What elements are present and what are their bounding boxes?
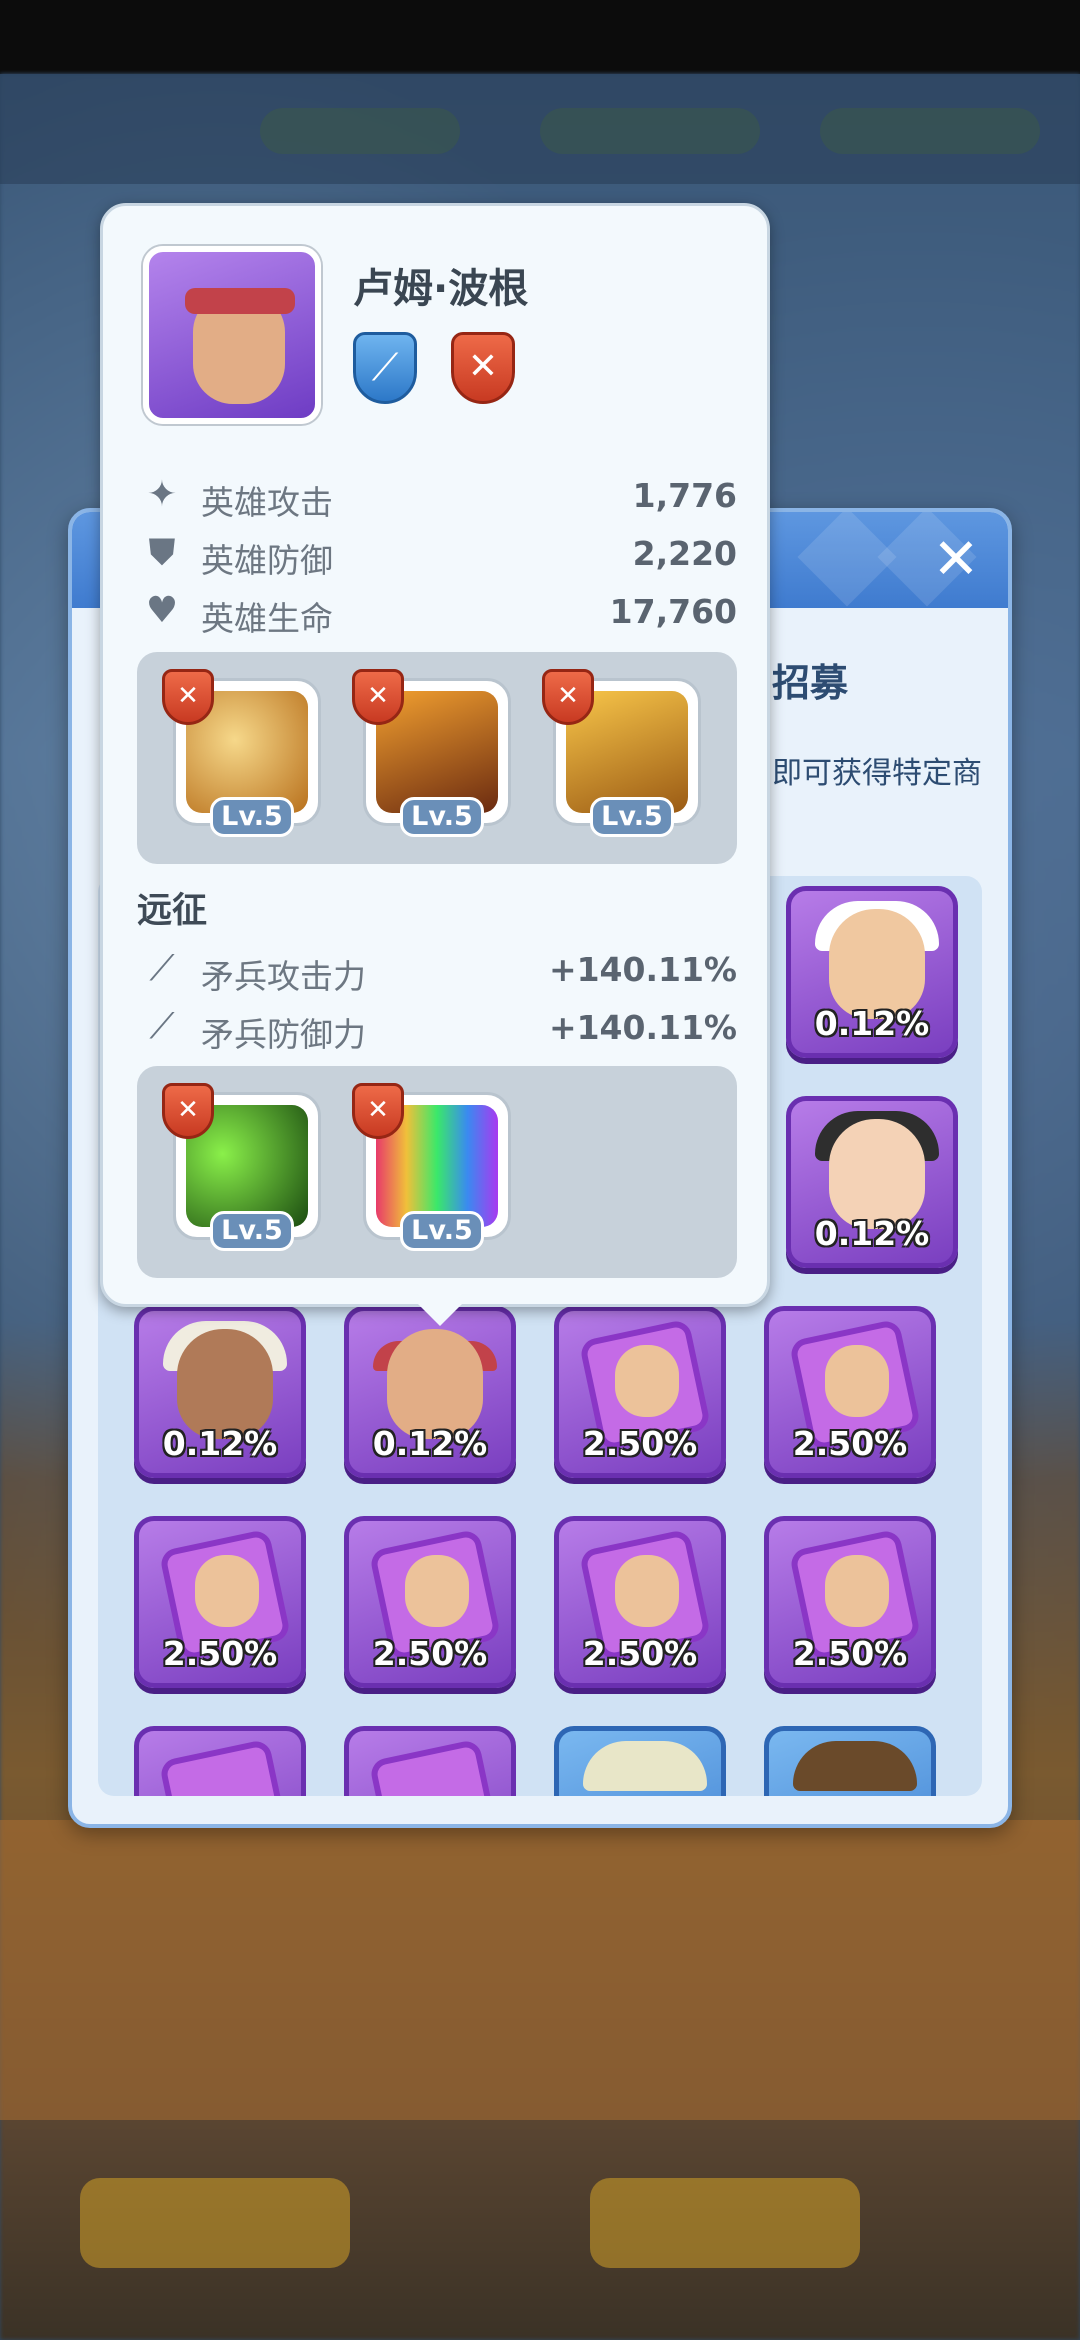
heart-icon: ♥ [145,590,179,631]
drop-rate: 0.12% [814,1214,930,1253]
background-banner [0,1820,1080,2120]
background-button [590,2178,860,2268]
crossed-swords-icon: ✕ [162,1083,214,1139]
skill-slot[interactable]: ✕ Lv.5 [352,669,511,837]
popup-pointer [418,1304,462,1326]
bonus-row: ⟋ 矛兵防御力 +140.11% [141,1002,737,1054]
shard-card[interactable]: 2.50% [344,1516,516,1688]
drop-rate: 2.50% [372,1634,488,1673]
skill-slot[interactable]: ✕ Lv.5 [352,1083,511,1251]
stat-health: ♥ 英雄生命 17,760 [141,586,737,638]
expedition-skills: ✕ Lv.5 ✕ Lv.5 [137,1066,737,1278]
close-icon[interactable]: ✕ [922,526,990,594]
sword-icon: ✦ [146,474,178,515]
shard-card[interactable]: 2.50% [764,1306,936,1478]
hero-detail-popup: 卢姆·波根 ⟋ ✕ ✦ 英雄攻击 1,776 ⛊ 英雄防御 2,220 ♥ 英雄… [100,203,770,1307]
hero-card[interactable]: 0.12% [134,1306,306,1478]
drop-rate: 0.12% [162,1424,278,1463]
panel-description: 即可获得特定商 [772,756,982,791]
skill-slot[interactable]: ✕ Lv.5 [162,1083,321,1251]
skill-slot[interactable]: ✕ Lv.5 [542,669,701,837]
drop-rate: 2.50% [582,1634,698,1673]
drop-rate: 2.50% [792,1424,908,1463]
background-button [80,2178,350,2268]
skill-slot[interactable]: ✕ Lv.5 [162,669,321,837]
hero-card[interactable]: 0.12% [786,886,958,1058]
panel-title: 招募 [772,661,849,705]
shard-card[interactable]: 2.50% [134,1516,306,1688]
shard-card[interactable]: 2.50% [764,1516,936,1688]
hero-skills: ✕ Lv.5 ✕ Lv.5 ✕ Lv.5 [137,652,737,864]
background-resource-pill [540,108,760,154]
crossed-swords-icon: ✕ [451,332,515,404]
hero-card[interactable]: 0.12% [344,1306,516,1478]
spear-icon: ⟋ [149,1006,175,1047]
spear-icon: ⟋ [353,332,417,404]
spear-icon: ⟋ [149,948,175,989]
stat-defense: ⛊ 英雄防御 2,220 [141,528,737,580]
drop-rate: 0.12% [814,1004,930,1043]
stat-attack: ✦ 英雄攻击 1,776 [141,470,737,522]
drop-rate: 2.50% [162,1634,278,1673]
shard-card[interactable]: 2.50% [554,1516,726,1688]
background-resource-pill [820,108,1040,154]
status-bar [0,0,1080,74]
drop-rate: 0.12% [372,1424,488,1463]
hero-card[interactable] [764,1726,936,1796]
bonus-row: ⟋ 矛兵攻击力 +140.11% [141,944,737,996]
hero-card[interactable] [554,1726,726,1796]
hero-name: 卢姆·波根 [353,266,529,312]
crossed-swords-icon: ✕ [352,1083,404,1139]
crossed-swords-icon: ✕ [352,669,404,725]
hero-card[interactable]: 0.12% [786,1096,958,1268]
shard-card[interactable]: 2.50% [554,1306,726,1478]
shield-icon: ⛊ [148,532,176,573]
shard-card[interactable] [344,1726,516,1796]
crossed-swords-icon: ✕ [162,669,214,725]
hero-portrait [143,246,321,424]
shard-card[interactable] [134,1726,306,1796]
crossed-swords-icon: ✕ [542,669,594,725]
drop-rate: 2.50% [582,1424,698,1463]
background-resource-pill [260,108,460,154]
drop-rate: 2.50% [792,1634,908,1673]
section-title-expedition: 远征 [137,891,208,931]
